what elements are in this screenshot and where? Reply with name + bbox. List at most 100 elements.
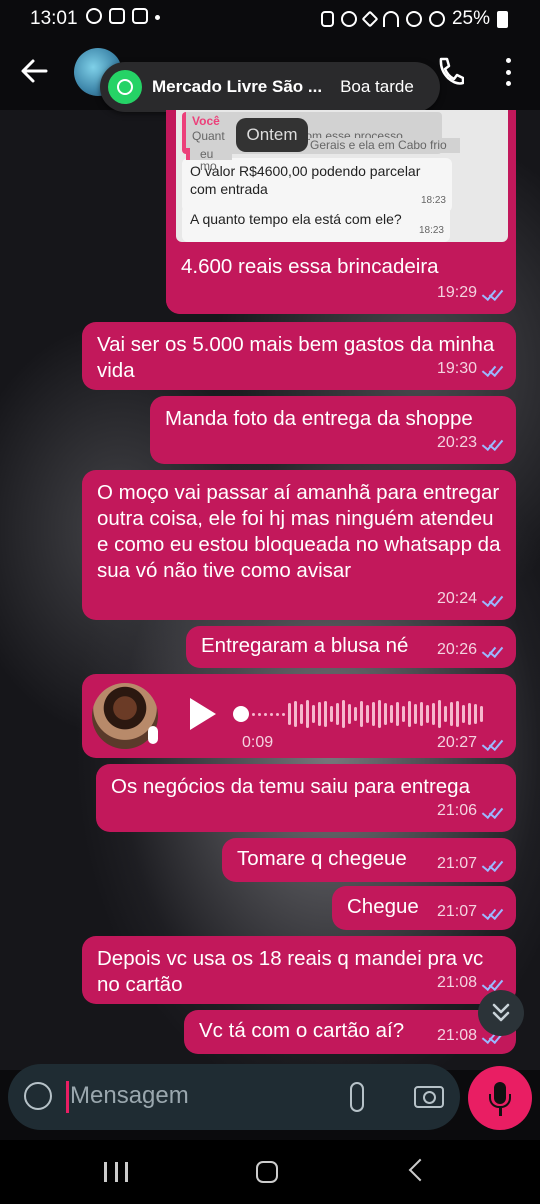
waveform-bar [408, 701, 411, 727]
message-bubble[interactable]: Os negócios da temu saiu para entrega 21… [96, 764, 516, 832]
message-bubble[interactable]: Depois vc usa os 18 reais q mandei pra v… [82, 936, 516, 1004]
battery-icon [497, 10, 508, 28]
waveform-bar [330, 706, 333, 722]
read-ticks-icon [482, 593, 502, 605]
status-time: 13:01 [30, 8, 78, 29]
waveform-bar [468, 703, 471, 725]
message-bubble[interactable]: Tomare q chegeue 21:07 [222, 838, 516, 882]
back-button[interactable] [408, 1158, 432, 1182]
screenshot-msg2-text: A quanto tempo ela está com ele? [190, 211, 402, 227]
message-time: 21:07 [436, 855, 477, 872]
notification-toast[interactable]: Mercado Livre São ... Boa tarde [100, 62, 440, 112]
alarm-icon [340, 11, 357, 27]
camera-icon[interactable] [414, 1086, 444, 1108]
waveform-bar [480, 706, 483, 722]
whatsapp-status-icon [86, 8, 102, 24]
battery-percentage: 25% [451, 8, 490, 29]
message-text: Os negócios da temu saiu para entrega [111, 775, 470, 798]
record-voice-button[interactable] [468, 1066, 532, 1130]
message-input[interactable]: Mensagem [70, 1082, 189, 1110]
more-vertical-icon[interactable] [504, 58, 512, 86]
message-bubble[interactable]: 4.600 reais essa brincadeira 19:29 [166, 242, 516, 314]
message-text: O moço vai passar aí amanhã para entrega… [97, 481, 501, 582]
message-bubble[interactable]: O moço vai passar aí amanhã para entrega… [82, 470, 516, 620]
read-ticks-icon [482, 437, 502, 449]
waveform-bar [252, 712, 255, 716]
message-bubble[interactable]: Vai ser os 5.000 mais bem gastos da minh… [82, 322, 516, 390]
card-status-icon [132, 8, 148, 24]
read-ticks-icon [482, 644, 502, 656]
waveform-bar [336, 703, 339, 725]
message-time: 19:29 [436, 284, 477, 301]
message-time: 20:26 [436, 641, 477, 658]
waveform-bar [258, 712, 261, 716]
waveform-bar [306, 700, 309, 728]
audio-waveform[interactable] [252, 698, 483, 730]
screenshot-message-2: A quanto tempo ela está com ele? 18:23 [182, 206, 450, 242]
whatsapp-icon [108, 70, 142, 104]
waveform-bar [348, 704, 351, 724]
message-time: 21:06 [436, 802, 477, 819]
waveform-bar [396, 702, 399, 726]
no-signal-icon [405, 11, 422, 27]
waveform-bar [300, 704, 303, 724]
phone-icon[interactable] [436, 56, 464, 86]
waveform-bar [366, 705, 369, 723]
read-ticks-icon [482, 906, 502, 918]
waveform-bar [282, 712, 285, 716]
waveform-bar [324, 701, 327, 727]
message-time: 21:08 [436, 1027, 477, 1044]
quote-author: Você [192, 114, 220, 128]
waveform-bar [414, 704, 417, 724]
microphone-icon [148, 726, 158, 744]
message-text: Manda foto da entrega da shoppe [165, 407, 473, 430]
message-text: Entregaram a blusa né [201, 634, 409, 657]
message-text: Vc tá com o cartão aí? [199, 1019, 405, 1042]
message-bubble[interactable]: Entregaram a blusa né 20:26 [186, 626, 516, 668]
waveform-bar [390, 705, 393, 723]
waveform-bar [288, 703, 291, 725]
screenshot-msg1-text: O valor R$4600,00 podendo parcelar com e… [190, 163, 421, 197]
waveform-bar [474, 704, 477, 724]
scroll-to-bottom-button[interactable] [478, 990, 524, 1036]
read-ticks-icon [482, 858, 502, 870]
message-bubble[interactable]: Chegue 21:07 [332, 886, 516, 930]
message-time: 20:23 [436, 434, 477, 451]
waveform-bar [378, 700, 381, 728]
mute-icon [361, 10, 379, 28]
waveform-bar [354, 707, 357, 721]
arrow-left-icon[interactable] [20, 58, 48, 84]
read-ticks-icon [482, 977, 502, 989]
waveform-bar [312, 705, 315, 723]
waveform-bar [456, 701, 459, 727]
waveform-bar [384, 703, 387, 725]
notification-title: Mercado Livre São ... [152, 77, 323, 96]
recent-apps-button[interactable] [104, 1162, 128, 1182]
waveform-bar [432, 703, 435, 725]
read-ticks-icon [482, 287, 502, 299]
waveform-bar [372, 702, 375, 726]
home-button[interactable] [256, 1161, 278, 1183]
message-text: Chegue [347, 895, 419, 918]
shared-screenshot-image[interactable]: Você Quant trar com esse processo O valo… [176, 110, 508, 242]
message-time: 20:27 [436, 734, 477, 751]
message-time: 19:30 [436, 360, 477, 377]
message-composer[interactable]: Mensagem [8, 1064, 460, 1130]
message-text: 4.600 reais essa brincadeira [181, 255, 439, 278]
message-text: Vai ser os 5.000 mais bem gastos da minh… [97, 333, 495, 382]
attach-icon[interactable] [350, 1082, 364, 1112]
quote-line-1a: Quant [192, 129, 225, 143]
quote-line-2a: eu mo [186, 148, 232, 172]
text-cursor [66, 1081, 69, 1113]
date-chip: Ontem [236, 118, 308, 152]
emoji-sticker-icon[interactable] [24, 1082, 52, 1110]
waveform-bar [342, 700, 345, 728]
notification-text: Boa tarde [340, 77, 414, 96]
message-bubble[interactable]: Vc tá com o cartão aí? 21:08 [184, 1010, 516, 1054]
screenshot-msg2-time: 18:23 [418, 225, 444, 236]
message-bubble[interactable]: Manda foto da entrega da shoppe 20:23 [150, 396, 516, 464]
play-icon[interactable] [190, 698, 216, 730]
audio-seek-handle[interactable] [233, 706, 249, 722]
voice-message-bubble[interactable]: 0:09 20:27 [82, 674, 516, 758]
waveform-bar [294, 701, 297, 727]
